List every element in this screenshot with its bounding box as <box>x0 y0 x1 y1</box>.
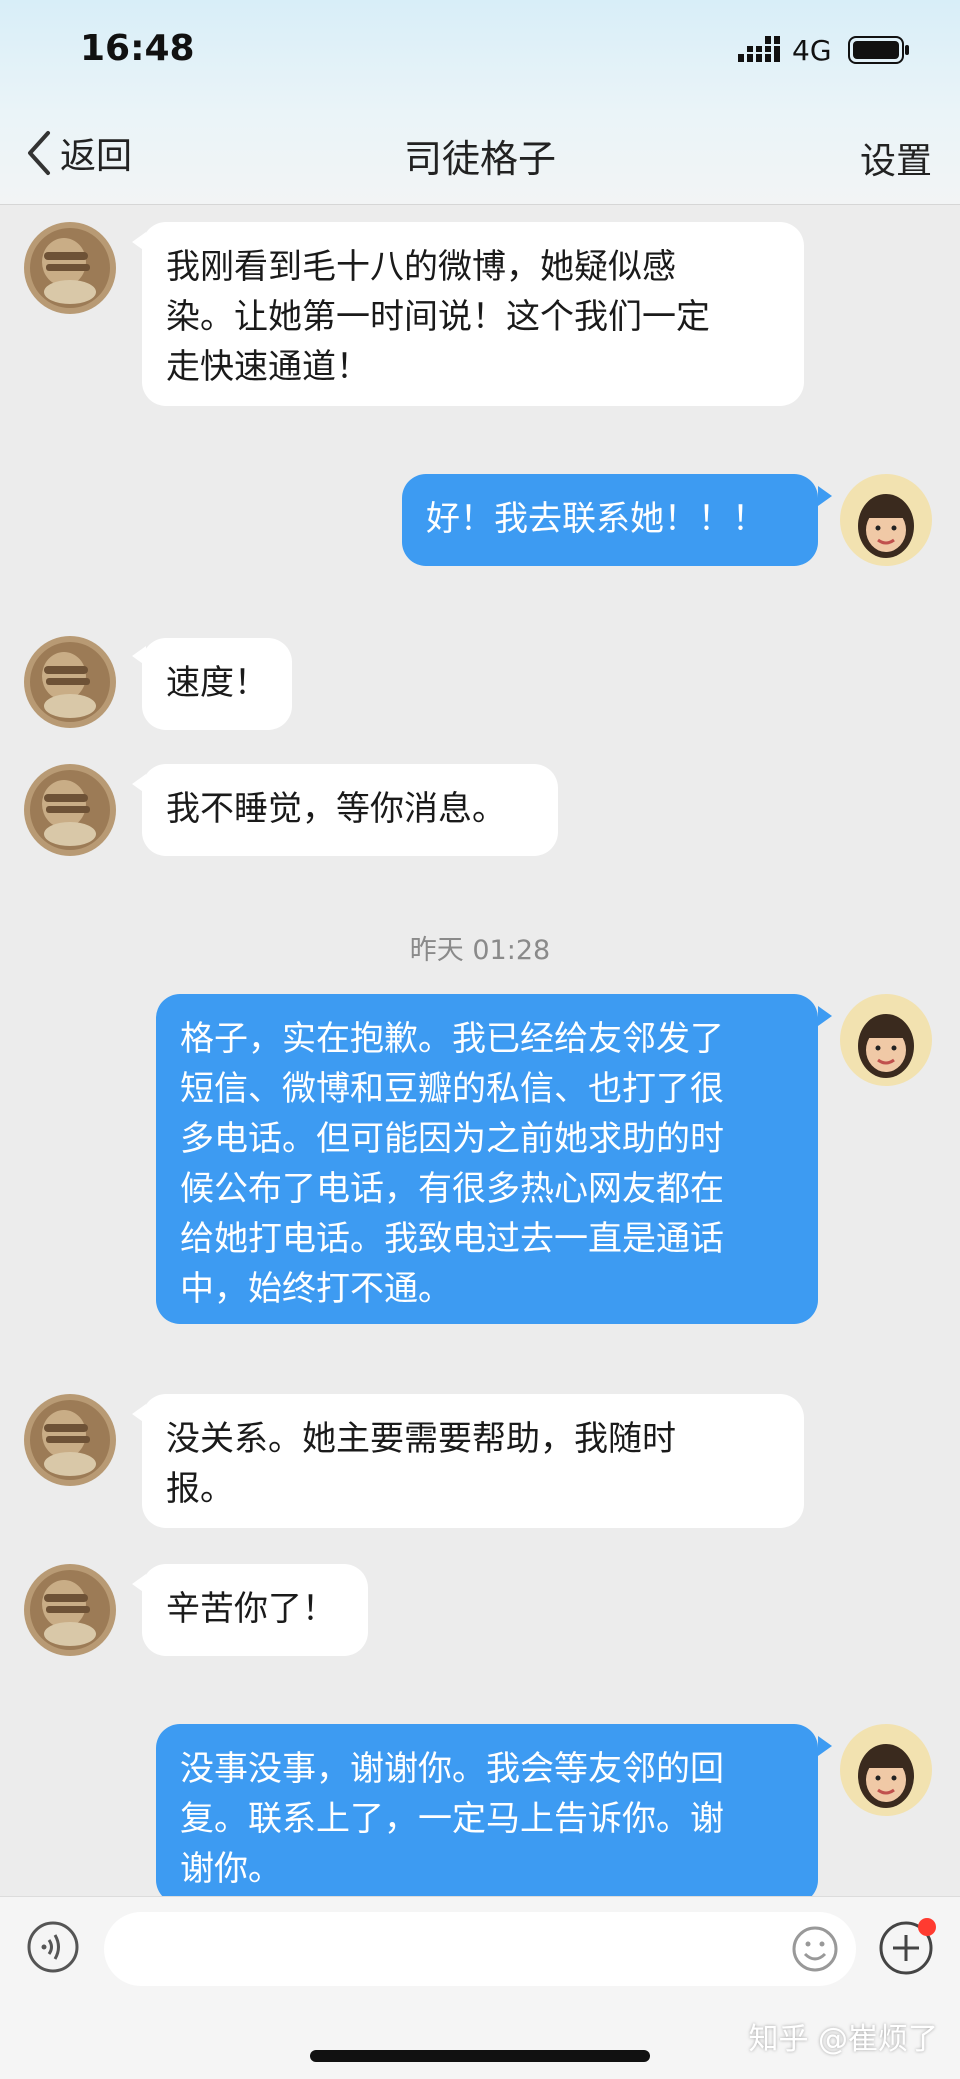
chat-timestamp: 昨天 01:28 <box>409 935 551 966</box>
message-bubble-sent[interactable]: 没事没事，谢谢你。我会等友邻的回 复。联系上了，一定马上告诉你。谢 谢你。 <box>156 1724 818 1904</box>
message-bubble-received[interactable]: 速度！ <box>142 638 292 730</box>
my-avatar[interactable] <box>840 1724 932 1816</box>
watermark: 知乎 @崔烦了 <box>748 2022 938 2057</box>
contact-avatar[interactable] <box>24 222 116 314</box>
contact-avatar[interactable] <box>24 636 116 728</box>
settings-button[interactable]: 设置 <box>860 132 932 184</box>
message-bubble-sent[interactable]: 格子，实在抱歉。我已经给友邻发了 短信、微博和豆瓣的私信、也打了很 多电话。但可… <box>156 994 818 1324</box>
message-input[interactable] <box>104 1912 856 1986</box>
contact-avatar[interactable] <box>24 764 116 856</box>
battery-icon <box>848 36 909 64</box>
home-indicator <box>310 2050 650 2062</box>
my-avatar[interactable] <box>840 994 932 1086</box>
bubble-tail <box>818 1006 832 1026</box>
back-label: 返回 <box>60 136 133 177</box>
back-button[interactable]: 返回 <box>24 128 132 178</box>
signal-icon <box>738 36 780 62</box>
my-avatar[interactable] <box>840 474 932 566</box>
bubble-tail <box>818 1736 832 1756</box>
notification-badge <box>918 1918 936 1936</box>
voice-icon[interactable] <box>26 1920 80 1974</box>
message-bubble-received[interactable]: 我不睡觉，等你消息。 <box>142 764 558 856</box>
status-time: 16:48 <box>80 28 195 69</box>
network-type: 4G <box>792 34 832 67</box>
bubble-tail <box>818 486 832 506</box>
message-bubble-received[interactable]: 我刚看到毛十八的微博，她疑似感 染。让她第一时间说！这个我们一定 走快速通道！ <box>142 222 804 406</box>
message-bubble-received[interactable]: 辛苦你了！ <box>142 1564 368 1656</box>
message-bubble-received[interactable]: 没关系。她主要需要帮助，我随时 报。 <box>142 1394 804 1528</box>
contact-avatar[interactable] <box>24 1564 116 1656</box>
contact-avatar[interactable] <box>24 1394 116 1486</box>
emoji-icon[interactable] <box>790 1924 840 1974</box>
chevron-left-icon <box>28 131 50 175</box>
message-bubble-sent[interactable]: 好！我去联系她！！！ <box>402 474 818 566</box>
